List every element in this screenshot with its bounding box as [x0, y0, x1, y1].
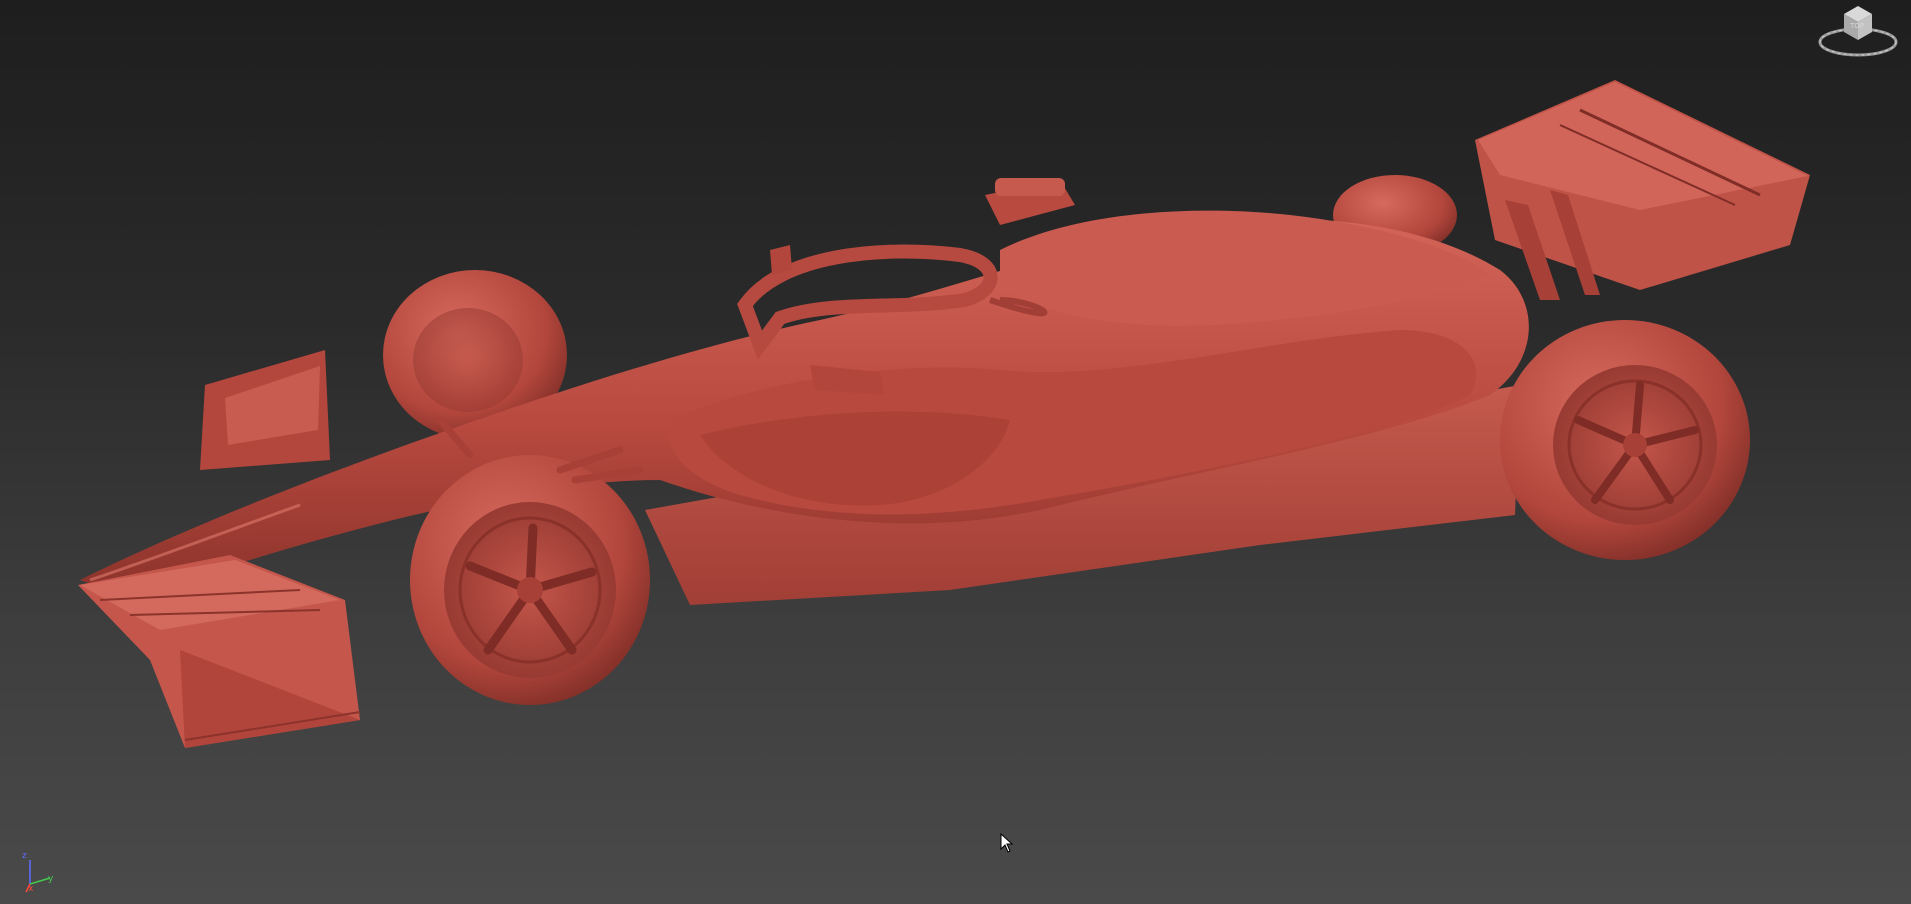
f1-car-model[interactable] — [0, 0, 1911, 904]
mouse-cursor-icon — [1000, 833, 1014, 853]
3d-viewport[interactable]: TOP z y x — [0, 0, 1911, 904]
mirror-right — [770, 245, 792, 275]
viewcube-face-label[interactable]: TOP — [1850, 22, 1864, 30]
axis-label-z: z — [22, 851, 27, 861]
axis-label-x: x — [28, 884, 34, 894]
rear-right-wheel — [1500, 320, 1750, 560]
axis-label-y: y — [48, 874, 54, 884]
viewcube-icon[interactable] — [1810, 0, 1910, 70]
front-wing — [78, 555, 361, 748]
front-left-wheel — [410, 455, 650, 705]
rear-wing — [1475, 80, 1810, 300]
